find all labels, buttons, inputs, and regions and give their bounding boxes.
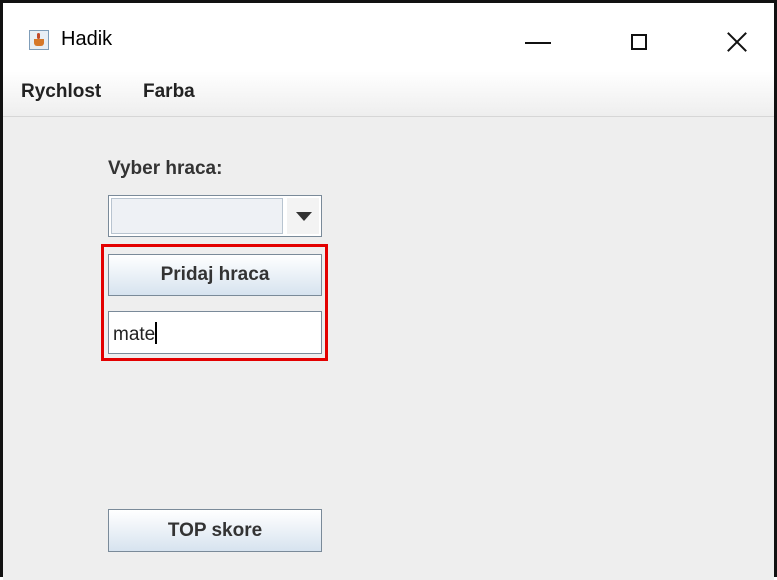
maximize-button[interactable] (609, 17, 669, 67)
player-select-label: Vyber hraca: (108, 158, 223, 179)
add-player-button[interactable]: Pridaj hraca (108, 254, 322, 296)
java-cup-icon (29, 30, 49, 50)
minimize-button[interactable] (511, 17, 571, 67)
player-select-value[interactable] (111, 198, 283, 234)
app-window: Hadik Rychlost Farba Vyber hraca: Pridaj… (0, 0, 777, 580)
menu-item-farba[interactable]: Farba (143, 81, 195, 103)
title-bar: Hadik (3, 3, 774, 71)
player-name-value: mate (113, 324, 156, 345)
top-score-button[interactable]: TOP skore (108, 509, 322, 552)
close-button[interactable] (707, 17, 767, 67)
main-panel: Vyber hraca: Pridaj hraca mate TOP skore (3, 117, 774, 580)
player-select[interactable] (108, 195, 322, 237)
player-name-input[interactable]: mate (108, 311, 322, 354)
menu-item-rychlost[interactable]: Rychlost (21, 81, 101, 103)
chevron-down-icon (296, 212, 312, 221)
text-caret (155, 322, 158, 344)
menu-bar: Rychlost Farba (3, 71, 774, 117)
maximize-icon (631, 34, 647, 50)
minimize-icon (525, 42, 551, 44)
player-select-dropdown-button[interactable] (287, 198, 319, 234)
window-title: Hadik (61, 28, 113, 50)
